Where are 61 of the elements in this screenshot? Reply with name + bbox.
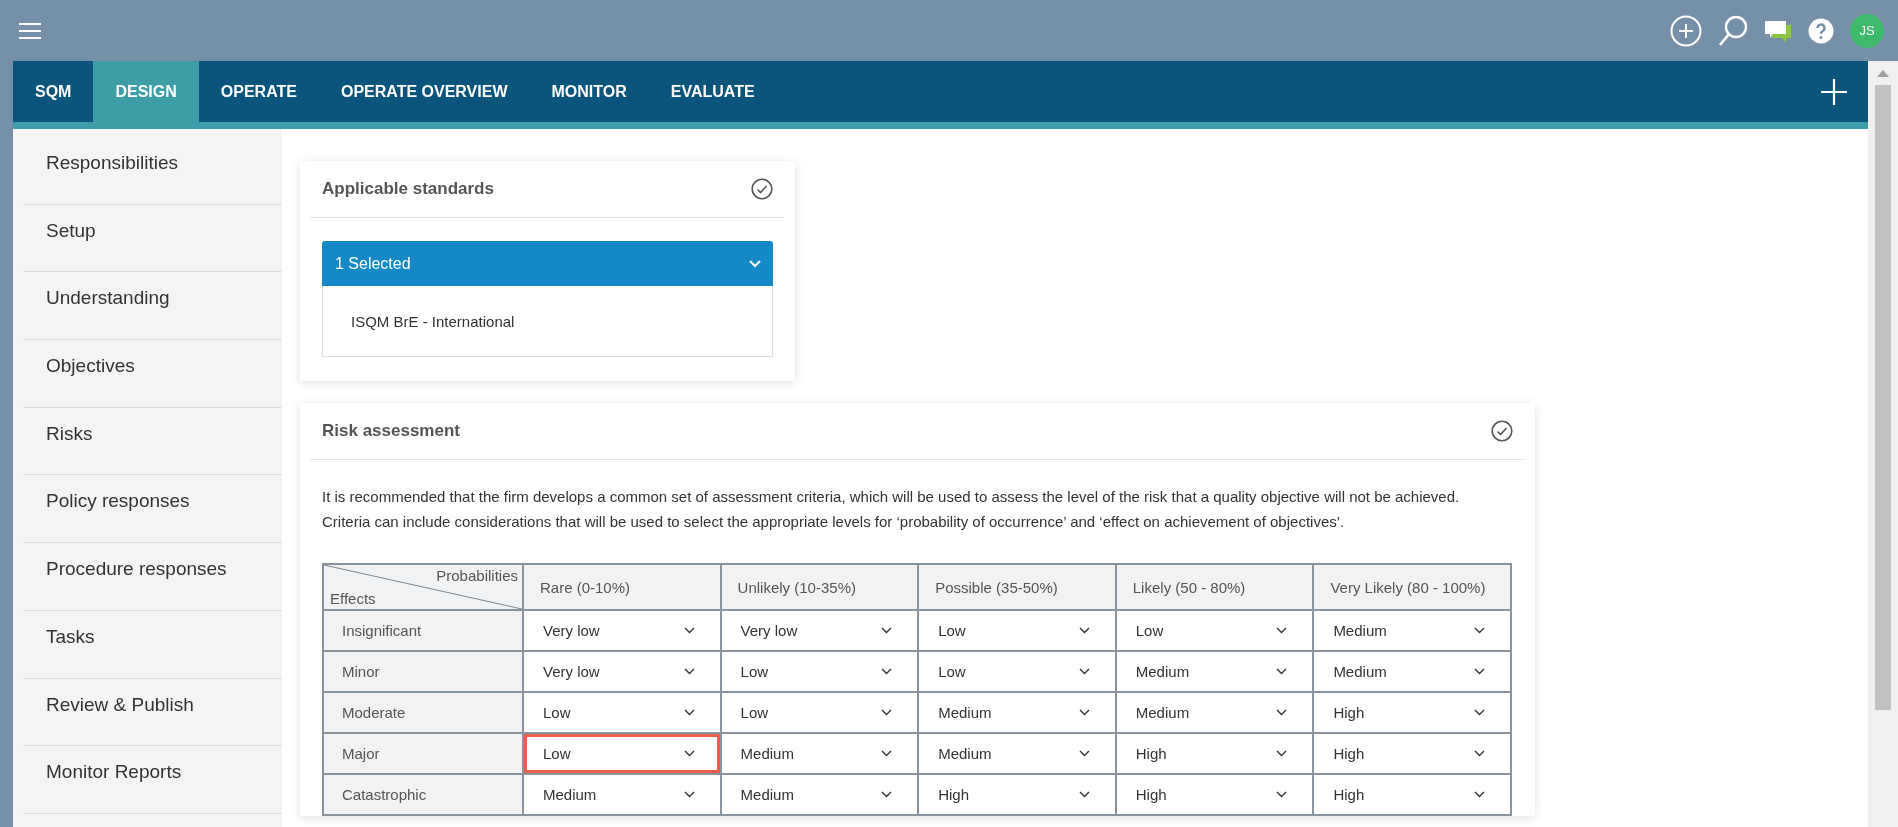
chevron-down-icon <box>881 709 893 716</box>
column-header: Likely (50 - 80%) <box>1115 564 1314 610</box>
chevron-down-icon <box>1276 627 1288 634</box>
nav-tab[interactable]: OPERATE OVERVIEW <box>318 61 530 122</box>
dropdown-option[interactable]: ISQM BrE - International <box>351 312 515 330</box>
chevron-down-icon <box>1474 791 1485 798</box>
chevron-down-icon <box>683 627 695 634</box>
scrollbar-thumb[interactable] <box>1875 85 1891 710</box>
add-icon[interactable] <box>1820 77 1848 106</box>
scrollbar[interactable] <box>1868 61 1898 827</box>
description-text: It is recommended that the firm develops a common set of assessment criteria, which will be used to assess the level of the risk that a quality objective will not be achieved. <box>322 487 1461 507</box>
nav-tab[interactable]: EVALUATE <box>648 61 777 122</box>
chevron-down-icon <box>1078 668 1090 675</box>
card-title: Risk assessment <box>322 421 460 441</box>
column-axis-label: Probabilities <box>436 567 518 584</box>
menu-icon[interactable] <box>18 21 42 40</box>
chevron-down-icon <box>881 627 893 634</box>
chevron-down-icon <box>881 791 893 798</box>
chevron-down-icon <box>1276 668 1288 675</box>
chevron-down-icon <box>1078 791 1090 798</box>
column-header: Unlikely (10-35%) <box>720 564 919 610</box>
column-header: Rare (0-10%) <box>523 564 721 610</box>
chevron-down-icon <box>1078 709 1090 716</box>
chevron-down-icon <box>1474 709 1485 716</box>
chevron-down-icon <box>1276 709 1288 716</box>
chevron-down-icon <box>683 750 695 757</box>
chevron-down-icon <box>1078 750 1090 757</box>
chevron-down-icon <box>1276 750 1288 757</box>
description-text: Criteria can include considerations that will be used to select the appropriate levels for ‘probability of occurrence’ and ‘effect on achievement of objectives’. <box>322 512 1346 532</box>
chevron-down-icon <box>683 709 695 716</box>
row-header: Insignificant <box>323 610 523 651</box>
nav-tab[interactable]: MONITOR <box>529 61 649 122</box>
search-icon[interactable] <box>1718 14 1748 47</box>
chevron-down-icon <box>1276 791 1288 798</box>
column-header: Possible (35-50%) <box>918 564 1116 610</box>
chevron-down-icon <box>683 668 695 675</box>
chevron-down-icon <box>1078 627 1090 634</box>
chevron-down-icon <box>749 259 761 268</box>
column-header: Very Likely (80 - 100%) <box>1313 564 1511 610</box>
nav-tab[interactable]: OPERATE <box>198 61 319 122</box>
chevron-down-icon <box>1474 627 1485 634</box>
nav-tab[interactable]: SQM <box>13 61 94 122</box>
card-title: Applicable standards <box>322 179 494 199</box>
help-icon[interactable] <box>1808 17 1834 44</box>
row-header: Major <box>323 733 523 774</box>
row-header: Moderate <box>323 692 523 733</box>
standards-dropdown[interactable]: 1 Selected <box>322 241 773 286</box>
rating-select[interactable]: Low <box>524 734 720 773</box>
chevron-down-icon <box>683 791 695 798</box>
add-circle-icon[interactable] <box>1670 14 1702 47</box>
chevron-down-icon <box>881 668 893 675</box>
check-circle-icon[interactable] <box>1491 420 1513 442</box>
scroll-up-icon[interactable] <box>1877 69 1889 77</box>
row-header: Minor <box>323 651 523 692</box>
row-header: Catastrophic <box>323 774 523 815</box>
chevron-down-icon <box>881 750 893 757</box>
row-axis-label: Effects <box>330 590 376 607</box>
chevron-down-icon <box>1474 668 1485 675</box>
chat-icon[interactable] <box>1764 18 1792 43</box>
chevron-down-icon <box>1474 750 1485 757</box>
check-circle-icon[interactable] <box>751 178 773 200</box>
